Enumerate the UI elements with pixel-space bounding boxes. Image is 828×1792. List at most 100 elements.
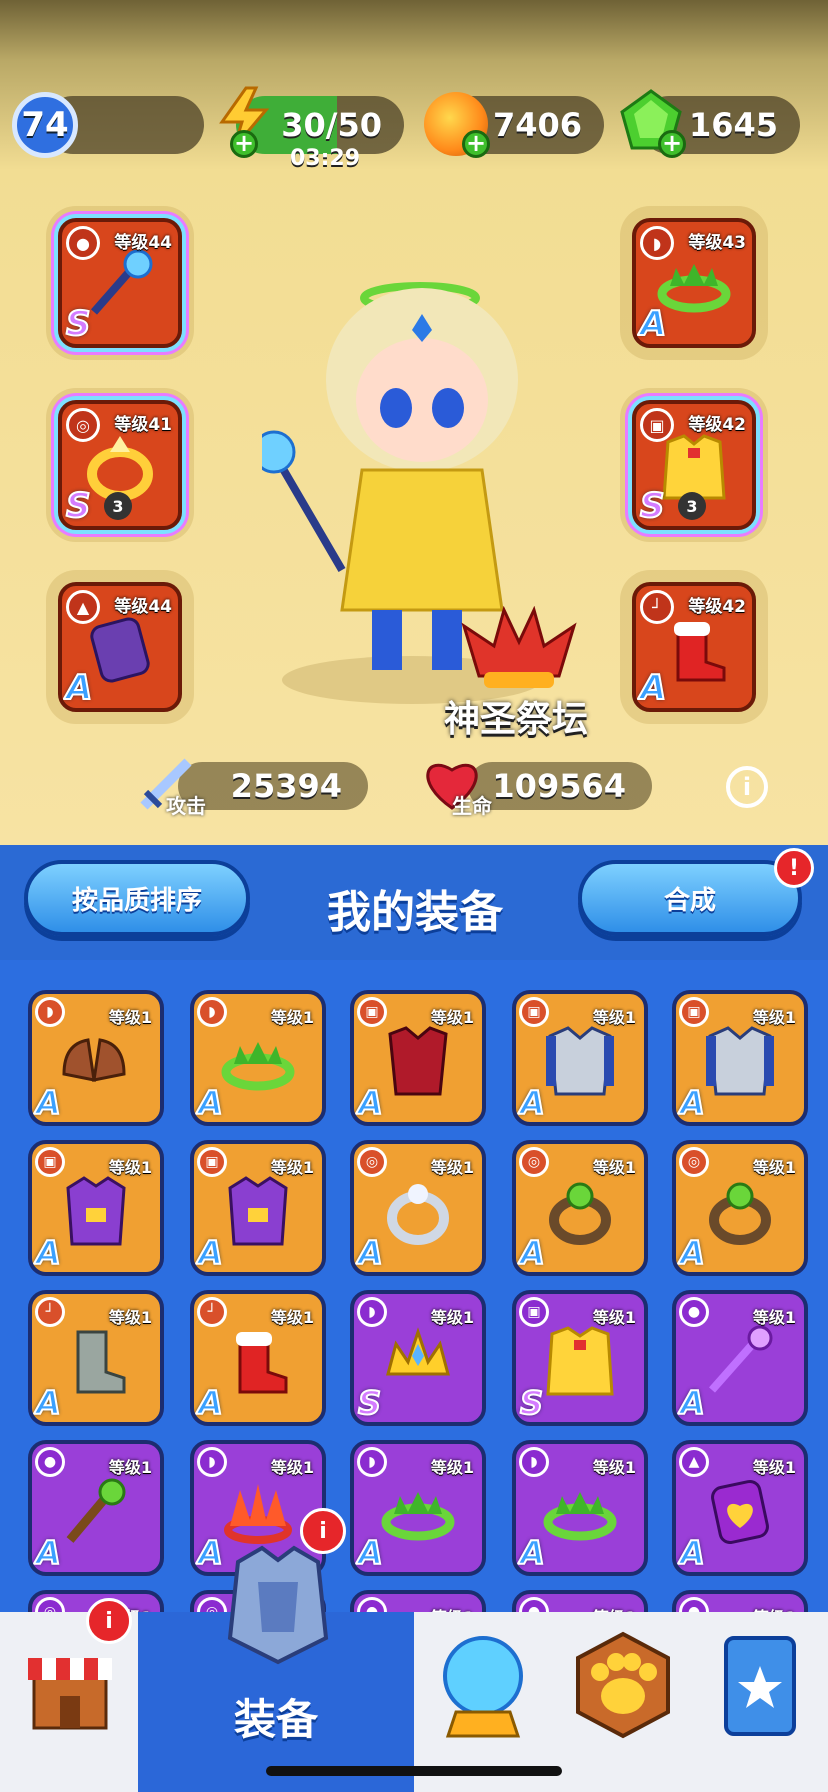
grade-label: A (679, 1533, 706, 1572)
inventory-item[interactable]: ▣ 等级1 A (190, 1140, 326, 1276)
inventory-item[interactable]: ▣ 等级1 A (672, 990, 808, 1126)
info-icon[interactable]: i (726, 766, 768, 808)
red-armor-icon (388, 1025, 448, 1096)
item-level: 等级1 (752, 1008, 796, 1027)
ring-category-icon: ◎ (679, 1147, 709, 1177)
grade-label: A (679, 1233, 706, 1272)
item-level: 等级1 (592, 1308, 636, 1327)
attack-stat: 25394 (178, 762, 368, 810)
slot-frame: ◎ 等级41 S 3 (58, 400, 182, 530)
green-ring-icon (549, 1182, 611, 1245)
inventory-item[interactable]: ◗ 等级1 A (350, 1440, 486, 1576)
armor-category-icon: ▣ (357, 997, 387, 1027)
slot-frame: ▣ 等级42 S 3 (632, 400, 756, 530)
gold-crown-icon (386, 1326, 450, 1376)
inventory-item[interactable]: ◗ 等级1 A (512, 1440, 648, 1576)
slot-level: 等级44 (114, 597, 172, 617)
inventory-item[interactable]: ┘ 等级1 A (190, 1290, 326, 1426)
nav-shop-tab[interactable]: i (0, 1598, 138, 1792)
slot-level: 等级43 (688, 233, 746, 253)
home-indicator (266, 1766, 562, 1776)
sort-by-quality-button[interactable]: 按品质排序 (24, 860, 250, 936)
green-staff-icon (66, 1478, 126, 1543)
armor-icon (227, 1545, 329, 1665)
inventory-item[interactable]: ▣ 等级1 A (350, 990, 486, 1126)
item-level: 等级1 (752, 1158, 796, 1177)
slot-frame: ┘ 等级42 A (632, 582, 756, 712)
hp-value: 109564 (492, 767, 626, 805)
bracer-category-icon: ▲ (679, 1447, 709, 1477)
inventory-item[interactable]: ◗ 等级1 A (190, 990, 326, 1126)
grade-label: A (65, 667, 93, 708)
equipped-bracer-slot[interactable]: ▲ 等级44 A (46, 570, 194, 724)
slot-level: 等级42 (688, 597, 746, 617)
shop-notification-badge: i (86, 1598, 132, 1644)
equipped-weapon-slot[interactable]: ● 等级44 S (46, 206, 194, 360)
boots-category-icon: ┘ (197, 1297, 227, 1327)
grade-label: A (197, 1083, 224, 1122)
add-energy-icon[interactable]: + (230, 130, 258, 158)
inventory-item[interactable]: ▣ 等级1 S (512, 1290, 648, 1426)
attack-label: 攻击 (166, 794, 206, 818)
altar-label[interactable]: 神圣祭坛 (444, 690, 588, 742)
item-level: 等级1 (108, 1308, 152, 1327)
bracer-category-icon: ▲ (66, 590, 100, 624)
ice-staff-icon (90, 250, 153, 316)
add-coins-icon[interactable]: + (462, 130, 490, 158)
ring-category-icon: ◎ (357, 1147, 387, 1177)
slot-frame: ● 等级44 S (58, 218, 182, 348)
ring-category-icon: ◎ (519, 1147, 549, 1177)
grade-label: A (35, 1533, 62, 1572)
nav-equipment-tab[interactable]: 装备 (138, 1545, 414, 1792)
inventory-item[interactable]: ◗ 等级1 A (28, 990, 164, 1126)
equipped-ring-slot[interactable]: ◎ 等级41 S 3 (46, 388, 194, 542)
purple-staff-icon (709, 1325, 773, 1393)
grade-label: A (197, 1233, 224, 1272)
equipped-armor-slot[interactable]: ▣ 等级42 S 3 (620, 388, 768, 542)
item-level: 等级1 (592, 1008, 636, 1027)
nav-favorites-tab[interactable] (690, 1612, 828, 1792)
player-level-badge[interactable]: 74 (12, 92, 78, 158)
inventory-item[interactable]: ◎ 等级1 A (672, 1140, 808, 1276)
grade-label: S (357, 1383, 382, 1422)
add-gems-icon[interactable]: + (658, 130, 686, 158)
inventory-item[interactable]: ● 等级1 A (28, 1440, 164, 1576)
laurel-icon (381, 1491, 455, 1541)
nav-crystal-ball-tab[interactable] (414, 1612, 552, 1792)
steel-armor-icon (546, 1025, 614, 1096)
weapon-category-icon: ● (679, 1297, 709, 1327)
grade-label: A (357, 1533, 384, 1572)
weapon-category-icon: ● (35, 1447, 65, 1477)
item-level: 等级1 (270, 1458, 314, 1477)
equipped-boots-slot[interactable]: ┘ 等级42 A (620, 570, 768, 724)
boots-category-icon: ┘ (35, 1297, 65, 1327)
inventory-item[interactable]: ◎ 等级1 A (512, 1140, 648, 1276)
grade-label: S (639, 485, 665, 526)
merge-button[interactable]: 合成 (578, 860, 802, 936)
merge-notification-badge: ! (774, 848, 814, 888)
green-ring-icon (709, 1182, 771, 1245)
altar-icon[interactable] (454, 606, 584, 696)
item-level: 等级1 (108, 1458, 152, 1477)
nav-pet-tab[interactable] (552, 1612, 690, 1792)
inventory-item[interactable]: ● 等级1 A (672, 1290, 808, 1426)
inventory-item[interactable]: ▣ 等级1 A (28, 1140, 164, 1276)
inventory-item[interactable]: ▣ 等级1 A (512, 990, 648, 1126)
item-level: 等级1 (430, 1158, 474, 1177)
inventory-grid[interactable]: ◗ 等级1 A ◗ 等级1 A ▣ 等级1 A ▣ 等级1 A ▣ 等级1 A ▣ 等级1 A ▣ 等级1 A ◎ 等级1 A… (0, 960, 828, 1615)
red-crown-icon (224, 1483, 292, 1544)
inventory-item[interactable]: ◎ 等级1 A (350, 1140, 486, 1276)
hat-category-icon: ◗ (35, 997, 65, 1027)
grade-label: A (357, 1233, 384, 1272)
item-level: 等级1 (430, 1458, 474, 1477)
grade-label: A (35, 1233, 62, 1272)
gems-value: 1645 (688, 106, 778, 144)
inventory-item[interactable]: ┘ 等级1 A (28, 1290, 164, 1426)
inventory-item[interactable]: ◗ 等级1 S (350, 1290, 486, 1426)
item-level: 等级1 (430, 1308, 474, 1327)
equipped-hat-slot[interactable]: ◗ 等级43 A (620, 206, 768, 360)
inventory-item[interactable]: ▲ 等级1 A (672, 1440, 808, 1576)
horns-icon (62, 1037, 126, 1082)
heart-bracer-icon (711, 1479, 769, 1544)
item-level: 等级1 (430, 1008, 474, 1027)
